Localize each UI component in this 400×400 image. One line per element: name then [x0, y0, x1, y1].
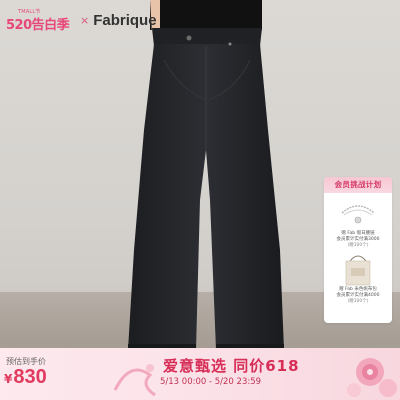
promo-slogan: 爱意甄选 同价618 — [163, 357, 300, 375]
product-image: TMALL节 520告白季 × Fabrique 会员挑战计划 赠 Fab 假日… — [0, 0, 400, 400]
card-header: 会员挑战计划 — [324, 177, 392, 193]
price-value: 830 — [13, 366, 47, 388]
promo-date-range: 5/13 00:00 - 5/20 23:59 — [160, 377, 262, 387]
currency-symbol: ¥ — [4, 372, 13, 386]
promo-logo: TMALL节 520告白季 — [6, 9, 74, 33]
collab-times: × — [80, 13, 90, 27]
card-item1-quota: (赠100个) — [347, 243, 369, 248]
member-challenge-card[interactable]: 会员挑战计划 赠 Fab 假日腰链 会员累计实付满3000 (赠100个) 赠 … — [324, 177, 392, 323]
flower-decoration-icon — [347, 358, 397, 397]
waist-chain-image — [324, 193, 392, 231]
brand-name: Fabrique — [93, 11, 157, 29]
tote-bag-image — [324, 251, 392, 287]
card-item2-quota: (赠100个) — [347, 299, 369, 304]
promo-logo-main: 520告白季 — [6, 18, 70, 33]
price-display: ¥ 830 — [4, 366, 47, 389]
ribbon-decoration-icon — [113, 364, 156, 397]
price-banner: 预估到手价 ¥ 830 爱意甄选 同价618 5/13 00:00 - 5/20… — [0, 348, 400, 400]
brand-header: TMALL节 520告白季 × Fabrique — [6, 8, 157, 33]
